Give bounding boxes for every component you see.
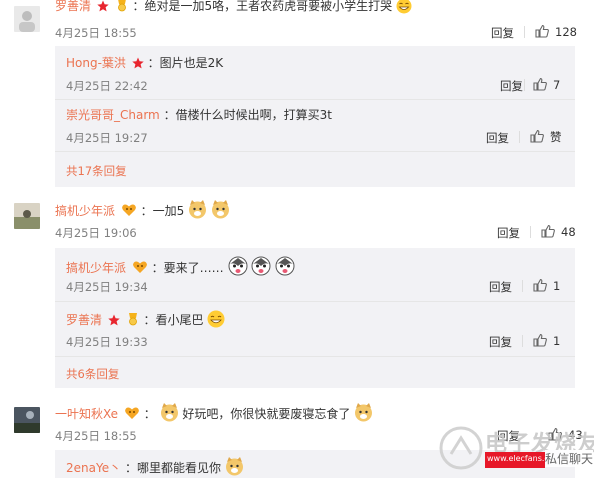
avatar-image [14,203,40,229]
sub-reply-line: 崇光哥哥_Charm ：借楼什么时候出啊，打算买3t [66,106,332,124]
sub-reply-time: 4月25日 19:27 [66,131,148,145]
like-button[interactable]: 赞 [530,129,562,145]
sub-reply-username[interactable]: 崇光哥哥_Charm [66,108,160,122]
doge-emoji-icon [160,403,179,427]
sub-reply-line: Hong-葉洪 ：图片也是2K [66,54,223,74]
comment-time: 4月25日 18:55 [55,429,137,443]
sub-reply-line: 罗善清 ：看小尾巴 [66,310,225,333]
thumbs-up-icon [533,77,547,91]
avatar-image [14,6,40,32]
action-divider [524,79,525,91]
sub-reply-username[interactable]: 搞机少年派 [66,261,126,275]
action-divider [524,26,525,38]
doge-emoji-icon [225,457,244,481]
sub-reply-username[interactable]: 罗善清 [66,313,102,327]
comment-line: 罗善清 ：绝对是一加5咯，王者农药虎哥要被小学生打哭 [55,0,412,19]
like-button[interactable]: 1 [533,278,560,293]
comment-time: 4月25日 18:55 [55,26,137,40]
star-badge-icon [97,0,109,17]
action-divider [522,335,523,347]
private-message-link[interactable]: 私信聊天 [545,450,594,467]
comment-username[interactable]: 一叶知秋Xe [55,407,118,421]
elecfans-logo-icon [439,426,483,470]
husky-emoji-icon [228,256,248,281]
sub-reply-username[interactable]: 2enaYe丶 [66,461,121,475]
reply-box: Hong-葉洪 ：图片也是2K 4月25日 22:42 回复 7 崇光哥哥_Ch… [55,46,575,187]
comment-username[interactable]: 罗善清 [55,0,91,13]
heart-badge-icon [121,203,137,222]
sub-reply-text: ：图片也是2K [147,56,224,70]
watermark: 电子发烧友 www.elecfans.com 私信聊天 [437,422,594,478]
sub-reply-time: 4月25日 19:34 [66,280,148,294]
action-divider [519,131,520,143]
doge-emoji-icon [354,403,373,427]
like-count: 128 [555,25,577,39]
heart-badge-icon [124,406,140,425]
reply-button[interactable]: 回复 [497,225,520,241]
medal-badge-icon [115,0,129,17]
like-count: 48 [561,225,576,239]
like-button[interactable]: 48 [541,224,576,239]
reply-button[interactable]: 回复 [489,334,512,350]
like-count: 赞 [550,130,562,144]
thumbs-up-icon [530,129,544,143]
sub-reply-text: ：借楼什么时候出啊，打算买3t [163,108,332,122]
heart-badge-icon [132,260,148,279]
divider [55,356,575,357]
reply-box: 搞机少年派 ：要来了…… 4月25日 19:34 回复 1 罗善清 ：看小尾巴 … [55,248,575,388]
thumbs-up-icon [535,24,549,38]
laugh-emoji-icon [396,0,412,19]
doge-emoji-icon [188,200,207,224]
like-button[interactable]: 1 [533,333,560,348]
avatar[interactable] [14,407,40,433]
husky-emoji-icon [251,256,271,281]
star-badge-icon [132,56,144,74]
doge-emoji-icon [211,200,230,224]
action-divider [522,280,523,292]
thumbs-up-icon [541,224,555,238]
thumbs-up-icon [533,278,547,292]
sub-reply-time: 4月25日 19:33 [66,335,148,349]
divider [55,99,575,100]
comment-time: 4月25日 19:06 [55,226,137,240]
reply-button[interactable]: 回复 [486,130,509,146]
like-count: 1 [553,334,561,348]
like-count: 1 [553,279,561,293]
sub-reply-username[interactable]: Hong-葉洪 [66,56,126,70]
comment-line: 一叶知秋Xe ： 好玩吧，你很快就要废寝忘食了 [55,403,373,427]
avatar-image [14,407,40,433]
comment-line: 搞机少年派 ：一加5 [55,200,230,224]
comment-username[interactable]: 搞机少年派 [55,204,115,218]
divider [55,151,575,152]
view-more-replies-link[interactable]: 共6条回复 [66,366,119,382]
like-button[interactable]: 7 [533,77,560,92]
medal-badge-icon [126,312,140,331]
reply-button[interactable]: 回复 [500,78,523,94]
husky-emoji-icon [275,256,295,281]
comment-text: 好玩吧，你很快就要废寝忘食了 [182,407,351,421]
comment-text: ：绝对是一加5咯，王者农药虎哥要被小学生打哭 [132,0,393,13]
sub-reply-text: ：看小尾巴 [143,313,204,327]
sub-reply-line: 搞机少年派 ：要来了…… [66,256,295,281]
action-divider [530,226,531,238]
avatar[interactable] [14,203,40,229]
sub-reply-text: ：哪里都能看见你 [124,461,221,475]
sub-reply-line: 2enaYe丶 ：哪里都能看见你 [66,457,244,481]
divider [55,301,575,302]
like-count: 7 [553,78,561,92]
avatar[interactable] [14,6,40,32]
sub-reply-text: ：要来了…… [151,261,224,275]
like-button[interactable]: 128 [535,24,577,39]
comment-text: ：一加5 [140,204,185,218]
sub-reply-time: 4月25日 22:42 [66,79,148,93]
reply-button[interactable]: 回复 [491,25,514,41]
view-more-replies-link[interactable]: 共17条回复 [66,163,127,179]
thumbs-up-icon [533,333,547,347]
reply-button[interactable]: 回复 [489,279,512,295]
star-badge-icon [108,313,120,331]
laugh-emoji-icon [207,310,225,333]
